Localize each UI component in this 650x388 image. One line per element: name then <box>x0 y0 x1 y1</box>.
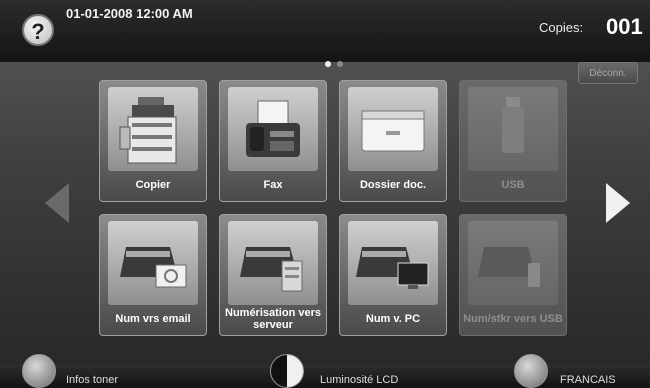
page-indicator-2 <box>337 61 343 67</box>
toner-icon[interactable] <box>22 354 56 388</box>
copies-count: 001 <box>606 14 643 39</box>
tile-label: Fax <box>263 179 283 191</box>
tile-document-box[interactable]: Dossier doc. <box>339 80 447 202</box>
tile-usb: USB <box>459 80 567 202</box>
toner-info-link[interactable]: Infos toner <box>66 374 118 386</box>
tile-scan-to-server[interactable]: Numérisation vers serveur <box>219 214 327 336</box>
scan-to-usb-icon <box>468 221 558 305</box>
printer-home-screen: ? 01-01-2008 12:00 AM Copies: 001 Déconn… <box>0 0 650 388</box>
fax-icon <box>228 87 318 171</box>
date-time: 01-01-2008 12:00 AM <box>66 6 193 21</box>
globe-icon[interactable] <box>514 354 548 388</box>
tile-scan-to-usb: Num/stkr vers USB <box>459 214 567 336</box>
logout-button[interactable]: Déconn. <box>578 62 638 84</box>
status-bar: ? 01-01-2008 12:00 AM Copies: 001 <box>0 0 650 62</box>
page-indicator-1 <box>325 61 331 67</box>
tile-label: Num v. PC <box>365 313 421 325</box>
copier-icon <box>108 87 198 171</box>
tile-label: Dossier doc. <box>359 179 427 191</box>
tile-label: Num/stkr vers USB <box>463 313 563 325</box>
help-button[interactable]: ? <box>22 14 54 46</box>
document-box-icon <box>348 87 438 171</box>
copies-label: Copies: <box>539 20 584 35</box>
usb-stick-icon <box>468 87 558 171</box>
scan-to-server-icon <box>228 221 318 305</box>
tile-scan-to-pc[interactable]: Num v. PC <box>339 214 447 336</box>
tile-copier[interactable]: Copier <box>99 80 207 202</box>
tile-label: Copier <box>135 179 171 191</box>
tile-label: Numérisation vers serveur <box>225 307 321 331</box>
tile-label: USB <box>501 179 525 191</box>
lcd-brightness-link[interactable]: Luminosité LCD <box>320 374 398 386</box>
tile-fax[interactable]: Fax <box>219 80 327 202</box>
scan-to-pc-icon <box>348 221 438 305</box>
previous-page-arrow-icon[interactable] <box>45 183 69 223</box>
next-page-arrow-icon[interactable] <box>606 183 630 223</box>
tile-scan-to-email[interactable]: Num vrs email <box>99 214 207 336</box>
language-selector[interactable]: FRANCAIS <box>560 374 616 386</box>
brightness-icon[interactable] <box>270 354 304 388</box>
scan-to-email-icon <box>108 221 198 305</box>
tile-label: Num vrs email <box>115 313 191 325</box>
